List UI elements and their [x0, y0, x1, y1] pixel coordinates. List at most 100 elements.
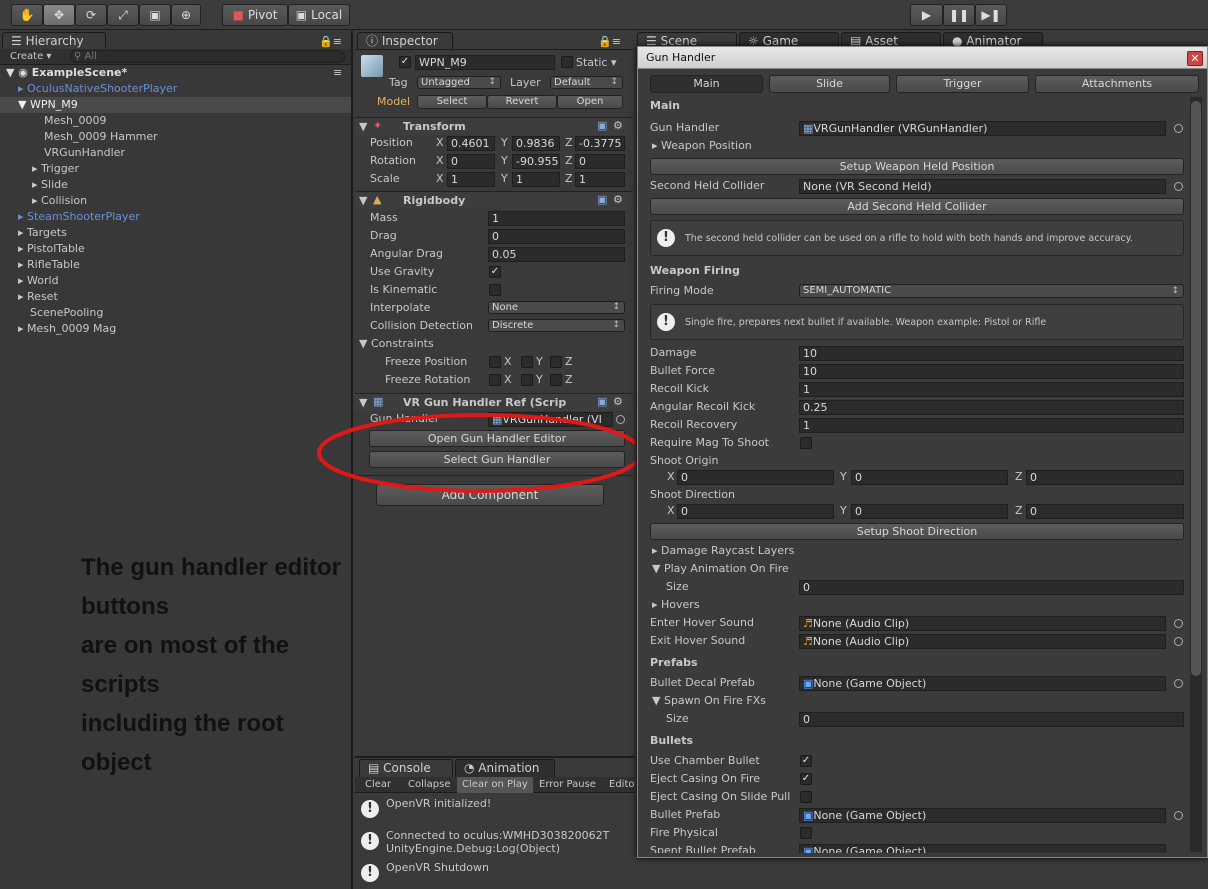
scale-x-input[interactable]: 1	[447, 172, 495, 187]
help-icon[interactable]: ▣	[597, 119, 607, 133]
hierarchy-item[interactable]: ▸ Slide	[32, 177, 68, 193]
animation-size-input[interactable]: 0	[799, 580, 1184, 595]
rotation-y-input[interactable]: -90.955	[512, 154, 560, 169]
hierarchy-item[interactable]: ▸ Targets	[18, 225, 67, 241]
console-collapse-button[interactable]: Collapse	[408, 778, 451, 792]
model-select-button[interactable]: Select	[417, 95, 487, 109]
hierarchy-item[interactable]: ▸ OculusNativeShooterPlayer	[18, 81, 177, 97]
spawn-fx-foldout[interactable]: ▼ Spawn On Fire FXs	[652, 694, 766, 708]
tab-inspector[interactable]: ⓘ Inspector	[357, 32, 453, 50]
console-message[interactable]: Connected to oculus:WMHD303820062T	[386, 829, 609, 843]
console-clear-button[interactable]: Clear	[365, 778, 391, 792]
local-button[interactable]: ▣ Local	[288, 4, 350, 26]
eject-on-slide-checkbox[interactable]	[800, 791, 812, 803]
freeze-pos-z-checkbox[interactable]	[550, 356, 562, 368]
hand-tool-icon[interactable]: ✋	[11, 4, 43, 26]
object-picker-icon[interactable]	[1174, 637, 1183, 646]
tab-trigger[interactable]: Trigger	[896, 75, 1029, 93]
window-titlebar[interactable]	[638, 47, 1207, 69]
play-button[interactable]: ▶	[910, 4, 943, 26]
collision-detection-dropdown[interactable]: Discrete	[488, 319, 625, 332]
bullet-decal-field[interactable]: ▣None (Game Object)	[799, 676, 1166, 691]
tab-animation[interactable]: ◔ Animation	[455, 759, 555, 777]
hierarchy-item[interactable]: ▸ World	[18, 273, 59, 289]
rect-tool-icon[interactable]: ▣	[139, 4, 171, 26]
recoil-recovery-input[interactable]: 1	[799, 418, 1184, 433]
fire-physical-checkbox[interactable]	[800, 827, 812, 839]
hierarchy-item[interactable]: ▸ RifleTable	[18, 257, 80, 273]
gear-icon[interactable]: ⚙	[613, 119, 623, 133]
transform-tool-icon[interactable]: ⊕	[171, 4, 201, 26]
hierarchy-item[interactable]: Mesh_0009 Hammer	[44, 129, 158, 145]
object-picker-icon[interactable]	[1174, 811, 1183, 820]
console-message[interactable]: OpenVR initialized!	[386, 797, 491, 811]
shoot-origin-x-input[interactable]: 0	[677, 470, 834, 485]
tab-main[interactable]: Main	[650, 75, 763, 93]
eject-on-fire-checkbox[interactable]: ✓	[800, 773, 812, 785]
position-y-input[interactable]: 0.9836	[512, 136, 560, 151]
freeze-rot-y-checkbox[interactable]	[521, 374, 533, 386]
second-collider-field[interactable]: None (VR Second Held)	[799, 179, 1166, 194]
foldout-icon[interactable]: ▼	[359, 120, 367, 134]
hierarchy-item[interactable]: ▸ Reset	[18, 289, 58, 305]
tab-hierarchy[interactable]: ☰ Hierarchy	[2, 32, 106, 50]
console-message[interactable]: OpenVR Shutdown	[386, 861, 489, 875]
scene-root[interactable]: ▼ ◉ ExampleScene*	[6, 65, 127, 81]
hierarchy-search-input[interactable]: ⚲ All	[70, 50, 345, 63]
add-second-collider-button[interactable]: Add Second Held Collider	[650, 198, 1184, 215]
interpolate-dropdown[interactable]: None	[488, 301, 625, 314]
static-checkbox[interactable]	[561, 56, 573, 68]
recoil-kick-input[interactable]: 1	[799, 382, 1184, 397]
require-mag-checkbox[interactable]	[800, 437, 812, 449]
move-tool-icon[interactable]: ✥	[43, 4, 75, 26]
gear-icon[interactable]: ⚙	[613, 193, 623, 207]
is-kinematic-checkbox[interactable]	[489, 284, 501, 296]
tag-dropdown[interactable]: Untagged	[417, 76, 501, 89]
pivot-button[interactable]: ■ Pivot	[222, 4, 288, 26]
shoot-direction-x-input[interactable]: 0	[677, 504, 834, 519]
freeze-rot-x-checkbox[interactable]	[489, 374, 501, 386]
hierarchy-item[interactable]: ▸ Trigger	[32, 161, 79, 177]
object-picker-icon[interactable]	[1174, 619, 1183, 628]
exit-hover-field[interactable]: ♬None (Audio Clip)	[799, 634, 1166, 649]
mass-input[interactable]: 1	[488, 211, 625, 226]
foldout-icon[interactable]: ▼	[359, 194, 367, 208]
position-z-input[interactable]: -0.3775	[575, 136, 625, 151]
weapon-position-foldout[interactable]: ▸ Weapon Position	[652, 139, 752, 153]
console-error-pause-button[interactable]: Error Pause	[539, 778, 596, 792]
hierarchy-item[interactable]: ▸ Collision	[32, 193, 87, 209]
lock-icon[interactable]: 🔒≡	[319, 35, 342, 49]
active-checkbox[interactable]: ✓	[399, 56, 411, 68]
enter-hover-field[interactable]: ♬None (Audio Clip)	[799, 616, 1166, 631]
layer-dropdown[interactable]: Default	[550, 76, 623, 89]
scale-z-input[interactable]: 1	[575, 172, 625, 187]
hierarchy-item[interactable]: ▸ PistolTable	[18, 241, 85, 257]
model-open-button[interactable]: Open	[557, 95, 623, 109]
tab-slide[interactable]: Slide	[769, 75, 890, 93]
object-name-input[interactable]: WPN_M9	[415, 55, 555, 70]
console-clear-on-play-button[interactable]: Clear on Play	[462, 778, 528, 792]
shoot-origin-y-input[interactable]: 0	[851, 470, 1008, 485]
object-picker-icon[interactable]	[1174, 124, 1183, 133]
drag-input[interactable]: 0	[488, 229, 625, 244]
object-picker-icon[interactable]	[1174, 182, 1183, 191]
spawn-fx-size-input[interactable]: 0	[799, 712, 1184, 727]
rotation-z-input[interactable]: 0	[575, 154, 625, 169]
freeze-pos-x-checkbox[interactable]	[489, 356, 501, 368]
hierarchy-item[interactable]: ▸ SteamShooterPlayer	[18, 209, 140, 225]
bullet-prefab-field[interactable]: ▣None (Game Object)	[799, 808, 1166, 823]
gun-handler-field[interactable]: ▦VRGunHandler (VRGunHandler)	[799, 121, 1166, 136]
damage-layers-foldout[interactable]: ▸ Damage Raycast Layers	[652, 544, 794, 558]
use-gravity-checkbox[interactable]: ✓	[489, 266, 501, 278]
lock-icon[interactable]: 🔒≡	[598, 35, 621, 49]
gear-icon[interactable]: ⚙	[613, 395, 623, 409]
freeze-pos-y-checkbox[interactable]	[521, 356, 533, 368]
position-x-input[interactable]: 0.4601	[447, 136, 495, 151]
scrollbar-thumb[interactable]	[1191, 101, 1201, 676]
pause-button[interactable]: ❚❚	[943, 4, 975, 26]
scale-tool-icon[interactable]: ⤢	[107, 4, 139, 26]
help-icon[interactable]: ▣	[597, 193, 607, 207]
shoot-direction-y-input[interactable]: 0	[851, 504, 1008, 519]
object-picker-icon[interactable]	[1174, 679, 1183, 688]
tab-console[interactable]: ▤ Console	[359, 759, 453, 777]
